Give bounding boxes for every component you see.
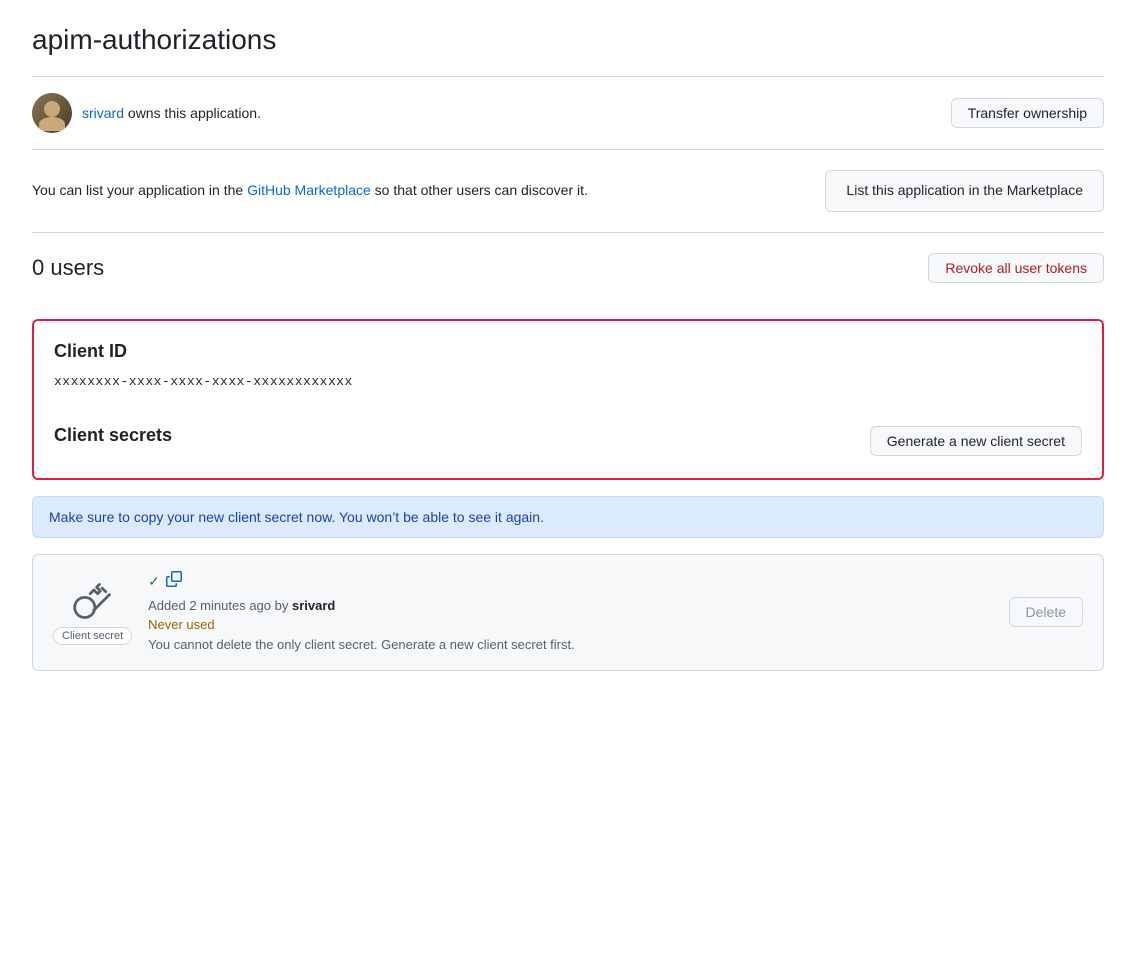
check-icon: ✓ xyxy=(148,573,160,590)
transfer-ownership-button[interactable]: Transfer ownership xyxy=(951,98,1104,128)
client-secrets-label: Client secrets xyxy=(54,425,172,446)
marketplace-text-before: You can list your application in the xyxy=(32,182,247,198)
secret-meta: Added 2 minutes ago by srivard Never use… xyxy=(148,596,992,655)
marketplace-text-after: so that other users can discover it. xyxy=(371,182,588,198)
secret-icon-wrap: Client secret xyxy=(53,579,132,645)
ownership-suffix: owns this application. xyxy=(124,105,261,121)
ownership-row: srivard owns this application. Transfer … xyxy=(32,77,1104,149)
users-row: 0 users Revoke all user tokens xyxy=(32,233,1104,303)
copy-icon[interactable] xyxy=(166,571,182,592)
list-in-marketplace-button[interactable]: List this application in the Marketplace xyxy=(825,170,1104,212)
client-id-label: Client ID xyxy=(54,341,1082,362)
delete-note: You cannot delete the only client secret… xyxy=(148,637,575,652)
ownership-left: srivard owns this application. xyxy=(32,93,261,133)
info-banner: Make sure to copy your new client secret… xyxy=(32,496,1104,538)
added-text: Added 2 minutes ago by xyxy=(148,598,292,613)
secret-label-badge: Client secret xyxy=(53,627,132,645)
generate-client-secret-button[interactable]: Generate a new client secret xyxy=(870,426,1082,456)
credentials-box: Client ID xxxxxxxx-xxxx-xxxx-xxxx-xxxxxx… xyxy=(32,319,1104,480)
key-icon xyxy=(71,579,115,623)
never-used: Never used xyxy=(148,617,214,632)
marketplace-text: You can list your application in the Git… xyxy=(32,180,588,201)
marketplace-row: You can list your application in the Git… xyxy=(32,150,1104,232)
secret-copy-row: ✓ xyxy=(148,571,992,592)
secret-item: Client secret ✓ Added 2 minutes ago by s… xyxy=(32,554,1104,672)
revoke-all-tokens-button[interactable]: Revoke all user tokens xyxy=(928,253,1104,283)
client-id-value: xxxxxxxx-xxxx-xxxx-xxxx-xxxxxxxxxxxx xyxy=(54,374,1082,389)
secret-owner: srivard xyxy=(292,598,335,613)
users-count: 0 users xyxy=(32,255,104,281)
avatar xyxy=(32,93,72,133)
page-title: apim-authorizations xyxy=(32,24,1104,56)
delete-secret-button[interactable]: Delete xyxy=(1009,597,1083,627)
github-marketplace-link[interactable]: GitHub Marketplace xyxy=(247,182,371,198)
secret-actions: Delete xyxy=(1009,597,1083,627)
avatar-image xyxy=(32,93,72,133)
owner-link[interactable]: srivard xyxy=(82,105,124,121)
secret-details: ✓ Added 2 minutes ago by srivard Never u… xyxy=(148,571,992,655)
client-secrets-row: Client secrets Generate a new client sec… xyxy=(54,413,1082,458)
ownership-text: srivard owns this application. xyxy=(82,105,261,121)
